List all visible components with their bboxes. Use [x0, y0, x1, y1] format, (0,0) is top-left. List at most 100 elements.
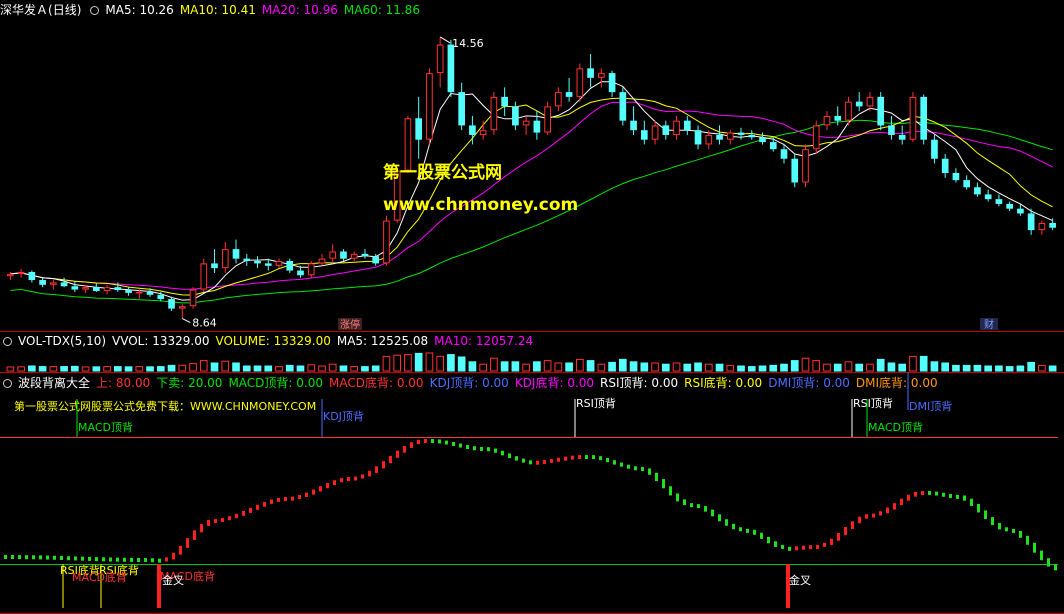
- candle-body: [200, 263, 208, 290]
- candle-body: [974, 187, 981, 195]
- wave-segment: [228, 516, 231, 521]
- indicator-panel-header: 波段背离大全 上: 80.00 下卖: 20.00 MACD顶背: 0.00 MACD底…: [0, 376, 944, 390]
- chart-canvas[interactable]: 14.56 8.64 第一股票公式网 www.chnmoney.com 涨停 财第一股票公…: [0, 0, 1064, 614]
- candle-body: [673, 120, 680, 135]
- wave-segment: [333, 480, 336, 486]
- kdj-bottom-value: KDJ底背: 0.00: [514, 376, 595, 390]
- wave-segment: [18, 555, 21, 560]
- volume-bar: [500, 361, 509, 372]
- down-value: 下卖: 20.00: [156, 376, 223, 390]
- wave-segment: [893, 503, 896, 510]
- candle-body: [823, 115, 831, 126]
- volume-value: VOLUME: 13329.00: [215, 334, 331, 348]
- kdj-top-value: KDJ顶背: 0.00: [429, 376, 509, 390]
- volume-bar: [887, 362, 896, 372]
- wave-segment: [1026, 535, 1029, 545]
- candle-body: [877, 96, 885, 126]
- volume-bar: [124, 366, 133, 372]
- ma60-label: MA60: 11.86: [343, 3, 420, 17]
- volume-bar: [468, 361, 477, 372]
- candle-body: [254, 261, 261, 264]
- wave-segment: [95, 557, 98, 562]
- wave-segment: [158, 558, 161, 563]
- candle-body: [426, 73, 433, 140]
- volume-bar: [103, 366, 111, 372]
- volume-bar: [425, 352, 434, 372]
- settings-circle-icon[interactable]: [3, 379, 12, 388]
- candle-body: [888, 125, 895, 135]
- volume-bar: [275, 366, 283, 372]
- wave-segment: [487, 447, 490, 452]
- settings-circle-icon[interactable]: [90, 6, 100, 15]
- wave-segment: [53, 555, 56, 560]
- wave-segment: [928, 491, 931, 496]
- volume-bar: [232, 362, 240, 372]
- indicator-banner: 第一股票公式网股票公式免费下载：WWW.CHNMONEY.COM: [14, 399, 316, 413]
- candle-body: [769, 142, 777, 150]
- wave-segment: [480, 446, 483, 451]
- volume-bar: [457, 356, 466, 372]
- chart-window[interactable]: 14.56 8.64 第一股票公式网 www.chnmoney.com 涨停 财第一股票公…: [0, 0, 1064, 614]
- wave-segment: [144, 557, 147, 562]
- wave-segment: [739, 527, 742, 532]
- candle-body: [297, 270, 304, 276]
- candle-body: [221, 249, 229, 269]
- wave-segment: [263, 501, 266, 507]
- wave-segment: [466, 445, 469, 450]
- candle-body: [479, 130, 487, 135]
- candle-body: [82, 287, 89, 290]
- wave-segment: [11, 555, 14, 560]
- wave-segment: [921, 491, 924, 496]
- volume-bar: [511, 361, 520, 372]
- candle-body: [920, 96, 928, 140]
- candle-body: [995, 199, 1003, 204]
- volume-bar: [554, 362, 563, 372]
- volume-bar: [715, 363, 724, 372]
- ma5-line: [10, 81, 1053, 301]
- high-marker-arrow: [439, 36, 451, 44]
- wave-segment: [956, 494, 959, 499]
- indicator-name: 波段背离大全: [18, 376, 91, 390]
- wave-segment: [515, 456, 518, 461]
- volume-bar: [221, 360, 230, 372]
- wave-segment: [872, 513, 875, 518]
- volume-bar: [608, 361, 616, 372]
- candle-body: [469, 125, 476, 135]
- settings-circle-icon[interactable]: [3, 337, 12, 346]
- candle-body: [436, 44, 444, 74]
- wave-segment: [760, 532, 763, 539]
- signal-label: DMI顶背: [909, 399, 952, 413]
- wave-segment: [298, 495, 301, 500]
- volume-panel-header: VOL-TDX(5,10) VVOL: 13329.00 VOLUME: 13329…: [0, 334, 539, 348]
- volume-bar: [844, 361, 853, 372]
- wave-segment: [1019, 530, 1022, 538]
- volume-bar: [952, 364, 960, 372]
- wave-segment: [277, 497, 280, 502]
- volume-bar: [189, 363, 197, 372]
- wave-segment: [361, 474, 364, 479]
- volume-bar: [113, 366, 122, 372]
- wave-segment: [60, 555, 63, 560]
- wave-segment: [235, 513, 238, 519]
- candle-body: [737, 132, 745, 135]
- candle-body: [909, 96, 917, 140]
- wave-segment: [697, 504, 700, 509]
- wave-segment: [900, 498, 903, 506]
- wave-segment: [25, 555, 28, 560]
- volume-bar: [533, 361, 541, 372]
- wave-segment: [816, 544, 819, 549]
- candle-body: [716, 134, 723, 140]
- wave-segment: [704, 506, 707, 512]
- candle-body: [168, 299, 175, 309]
- candle-body: [780, 149, 788, 159]
- volume-bar: [253, 365, 262, 372]
- wave-segment: [592, 455, 595, 460]
- candle-body: [651, 125, 659, 140]
- wave-segment: [578, 455, 581, 460]
- wave-segment: [788, 546, 791, 551]
- volume-bar: [672, 362, 681, 372]
- wave-segment: [1033, 542, 1036, 553]
- volume-bar: [414, 352, 423, 372]
- candle-body: [383, 220, 390, 264]
- candle-body: [178, 306, 186, 309]
